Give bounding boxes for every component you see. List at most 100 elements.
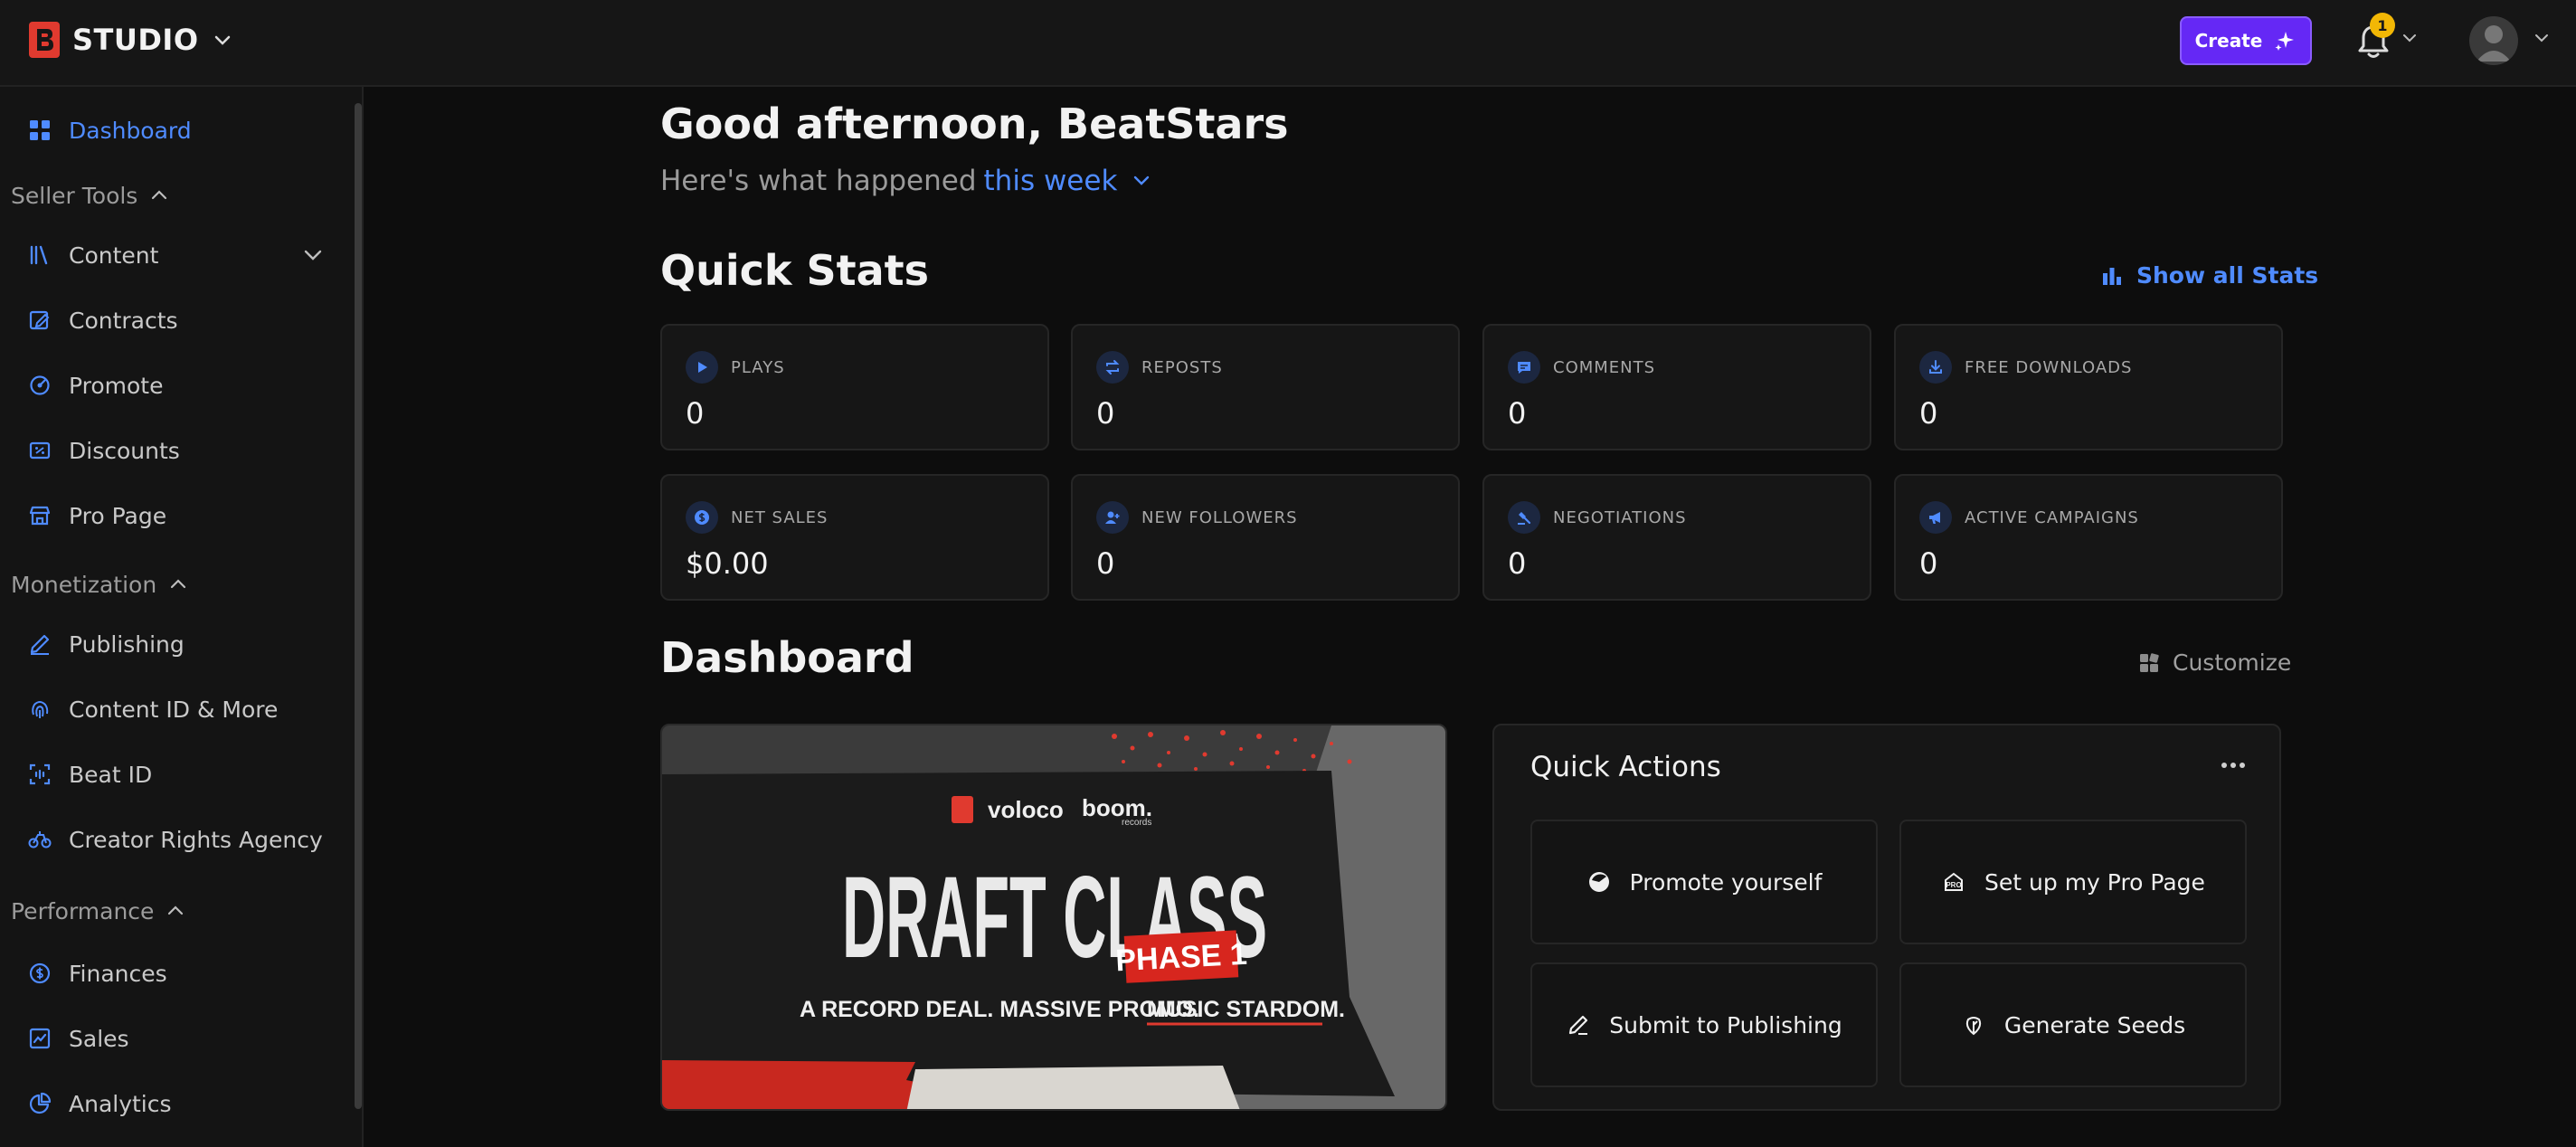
- stat-card-net-sales[interactable]: NET SALES $0.00: [660, 474, 1049, 601]
- chevron-down-icon: [214, 35, 230, 45]
- banner-tagline-emphasis: MUSIC STARDOM.: [1147, 997, 1345, 1022]
- period-value: this week: [983, 165, 1118, 197]
- sidebar-item-content[interactable]: Content: [27, 237, 158, 273]
- section-seller-tools[interactable]: Seller Tools: [11, 177, 170, 213]
- beatstars-logo-icon: [29, 22, 60, 58]
- stat-value: 0: [686, 396, 705, 431]
- user-avatar-icon: [2477, 25, 2511, 62]
- top-bar: STUDIO Create 1: [0, 0, 2576, 87]
- chevron-down-icon[interactable]: [2533, 29, 2551, 47]
- sidebar-item-creator-rights[interactable]: Creator Rights Agency: [27, 821, 323, 858]
- stat-card-free-downloads[interactable]: FREE DOWNLOADS 0: [1894, 324, 2283, 450]
- banner-phase: PHASE 1: [1114, 937, 1247, 979]
- stat-label: COMMENTS: [1553, 357, 1656, 377]
- draft-class-banner[interactable]: voloco boom. records DRAFT CLASS PHASE 1…: [660, 724, 1447, 1111]
- stat-value: 0: [1096, 546, 1115, 581]
- gavel-icon: [1508, 501, 1540, 534]
- megaphone-icon: [1919, 501, 1952, 534]
- generate-seeds-button[interactable]: Generate Seeds: [1899, 962, 2247, 1087]
- sidebar-item-label: Dashboard: [69, 117, 192, 144]
- quick-action-label: Promote yourself: [1629, 868, 1823, 896]
- download-icon: [1919, 351, 1952, 384]
- stat-label: FREE DOWNLOADS: [1965, 357, 2133, 377]
- stat-value: $0.00: [686, 546, 769, 581]
- promote-icon: [30, 375, 50, 395]
- pie-chart-icon: [29, 1092, 52, 1114]
- sidebar-item-publishing[interactable]: Publishing: [27, 626, 185, 662]
- chevron-up-icon: [168, 905, 184, 915]
- stat-card-active-campaigns[interactable]: ACTIVE CAMPAIGNS 0: [1894, 474, 2283, 601]
- notification-badge: 1: [2370, 13, 2395, 38]
- chevron-down-icon[interactable]: [2401, 29, 2419, 47]
- dashboard-title: Dashboard: [660, 633, 914, 682]
- library-icon: [30, 245, 48, 265]
- sidebar: Dashboard Seller Tools Content Contracts…: [0, 87, 364, 1147]
- sidebar-item-label: Content ID & More: [69, 696, 279, 723]
- stat-value: 0: [1508, 546, 1527, 581]
- avatar[interactable]: [2469, 16, 2518, 65]
- banner-tagline: A RECORD DEAL. MASSIVE PROMO.: [800, 997, 1199, 1022]
- grid-icon: [30, 120, 50, 140]
- stat-label: NEGOTIATIONS: [1553, 507, 1687, 527]
- sidebar-item-dashboard[interactable]: Dashboard: [27, 112, 192, 148]
- quick-stats-title: Quick Stats: [660, 246, 930, 295]
- widgets-icon: [2140, 652, 2159, 672]
- stat-card-comments[interactable]: COMMENTS 0: [1482, 324, 1871, 450]
- sidebar-item-contracts[interactable]: Contracts: [27, 302, 178, 338]
- sidebar-item-sales[interactable]: Sales: [27, 1020, 129, 1057]
- customize-label: Customize: [2173, 649, 2292, 676]
- sidebar-item-content-id[interactable]: Content ID & More: [27, 691, 278, 727]
- submit-publishing-button[interactable]: Submit to Publishing: [1530, 962, 1878, 1087]
- sidebar-scrollbar[interactable]: [355, 103, 362, 1109]
- stat-label: NEW FOLLOWERS: [1141, 507, 1298, 527]
- quick-action-label: Set up my Pro Page: [1984, 868, 2205, 896]
- storefront-icon: [29, 506, 51, 526]
- stat-label: REPOSTS: [1141, 357, 1223, 377]
- sidebar-item-label: Finances: [69, 960, 167, 987]
- svg-text:PRO: PRO: [1946, 881, 1961, 889]
- sidebar-item-label: Pro Page: [69, 502, 167, 529]
- more-options-icon[interactable]: [2220, 760, 2247, 771]
- scale-icon: [28, 831, 52, 848]
- studio-switcher[interactable]: STUDIO: [29, 22, 233, 58]
- sidebar-item-discounts[interactable]: Discounts: [27, 432, 180, 469]
- sidebar-item-label: Sales: [69, 1025, 129, 1052]
- user-add-icon: [1096, 501, 1129, 534]
- bar-chart-icon: [2103, 267, 2121, 285]
- section-performance[interactable]: Performance: [11, 893, 186, 929]
- repost-icon: [1096, 351, 1129, 384]
- section-monetization[interactable]: Monetization: [11, 566, 189, 602]
- sidebar-item-label: Beat ID: [69, 761, 153, 788]
- scan-icon: [29, 763, 51, 785]
- stat-value: 0: [1919, 546, 1938, 581]
- play-icon: [686, 351, 718, 384]
- dollar-icon: [686, 501, 718, 534]
- show-all-stats-label: Show all Stats: [2136, 262, 2319, 289]
- sales-chart-icon: [29, 1028, 51, 1049]
- chevron-up-icon: [152, 190, 167, 200]
- chevron-down-icon[interactable]: [300, 242, 326, 268]
- pen-icon: [30, 634, 50, 655]
- stat-value: 0: [1919, 396, 1938, 431]
- customize-button[interactable]: Customize: [2138, 649, 2291, 676]
- sidebar-item-pro-page[interactable]: Pro Page: [27, 498, 166, 534]
- sidebar-item-finances[interactable]: Finances: [27, 955, 167, 991]
- create-button[interactable]: Create: [2180, 16, 2312, 65]
- fingerprint-icon: [32, 701, 49, 718]
- stat-card-new-followers[interactable]: NEW FOLLOWERS 0: [1071, 474, 1460, 601]
- sidebar-item-analytics[interactable]: Analytics: [27, 1085, 172, 1122]
- stat-card-negotiations[interactable]: NEGOTIATIONS 0: [1482, 474, 1871, 601]
- show-all-stats-link[interactable]: Show all Stats: [2100, 262, 2318, 289]
- create-button-label: Create: [2194, 30, 2263, 52]
- sidebar-item-promote[interactable]: Promote: [27, 367, 164, 403]
- stat-card-reposts[interactable]: REPOSTS 0: [1071, 324, 1460, 450]
- page-greeting: Good afternoon, BeatStars: [660, 100, 1289, 148]
- sidebar-item-beat-id[interactable]: Beat ID: [27, 756, 152, 792]
- setup-pro-page-button[interactable]: PRO Set up my Pro Page: [1899, 820, 2247, 944]
- stat-value: 0: [1508, 396, 1527, 431]
- period-selector[interactable]: Here's what happened this week: [660, 165, 1153, 197]
- stat-card-plays[interactable]: PLAYS 0: [660, 324, 1049, 450]
- promote-yourself-button[interactable]: Promote yourself: [1530, 820, 1878, 944]
- chevron-up-icon: [171, 579, 186, 589]
- dollar-icon: [29, 962, 51, 984]
